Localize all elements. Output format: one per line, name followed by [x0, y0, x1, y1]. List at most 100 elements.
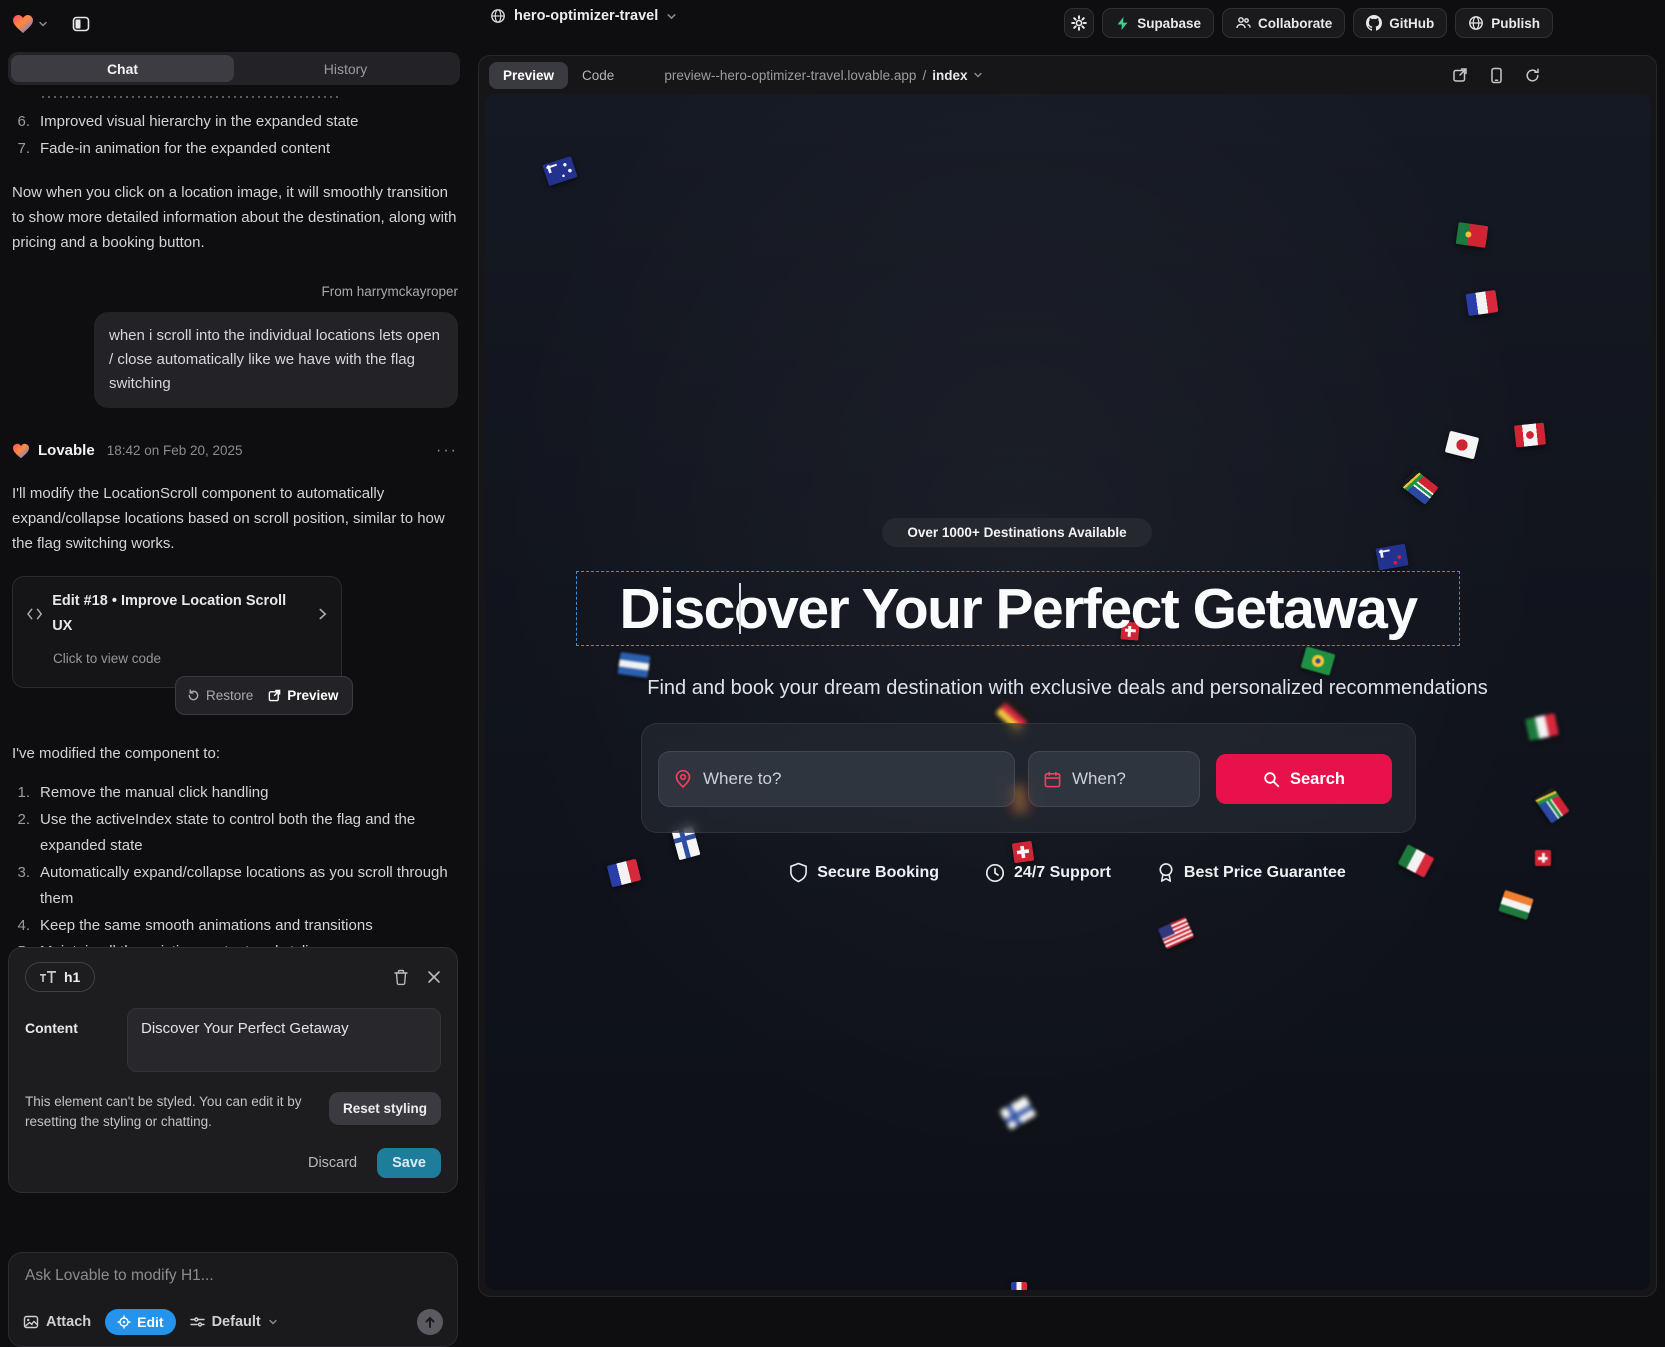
lovable-logo-menu[interactable]	[12, 14, 48, 34]
list-item: 1.Remove the manual click handling	[12, 780, 458, 807]
search-panel: Where to? When? Search	[641, 723, 1416, 833]
message-timestamp: 18:42 on Feb 20, 2025	[107, 438, 243, 463]
list-item: 4.Keep the same smooth animations and tr…	[12, 913, 458, 940]
mode-selector[interactable]: Default	[190, 1314, 278, 1330]
content-field-label: Content	[25, 1008, 113, 1072]
site-viewport: Over 1000+ Destinations Available Discov…	[485, 94, 1650, 1290]
france-flag-icon	[1011, 1282, 1027, 1290]
collaborate-button[interactable]: Collaborate	[1222, 8, 1345, 38]
edit-mode-toggle[interactable]: Edit	[105, 1309, 175, 1335]
edit-card-subtitle: Click to view code	[53, 646, 327, 671]
attach-button[interactable]: Attach	[23, 1314, 91, 1330]
target-icon	[117, 1315, 131, 1329]
new-zealand-flag-icon	[1375, 544, 1408, 571]
chevron-down-icon	[38, 19, 48, 29]
restore-button[interactable]: Restore	[187, 683, 253, 708]
top-bar: hero-optimizer-travel Supabase Collabora…	[0, 0, 1665, 47]
france-flag-icon	[1466, 290, 1499, 316]
reset-styling-button[interactable]: Reset styling	[329, 1092, 441, 1125]
chat-scroll-area[interactable]: 6.Improved visual hierarchy in the expan…	[0, 91, 470, 947]
discard-button[interactable]: Discard	[308, 1155, 357, 1171]
list-item: 2.Use the activeIndex state to control b…	[12, 807, 458, 860]
chevron-right-icon	[318, 608, 328, 620]
previous-steps-list: 6.Improved visual hierarchy in the expan…	[12, 109, 458, 162]
styling-note: This element can't be styled. You can ed…	[25, 1092, 327, 1132]
location-pin-icon	[673, 769, 693, 789]
south-africa-flag-icon	[1401, 469, 1438, 505]
list-item: 5.Maintain all the existing content and …	[12, 939, 458, 947]
japan-flag-icon	[1445, 431, 1479, 460]
preview-url-host: preview--hero-optimizer-travel.lovable.a…	[664, 68, 916, 83]
refresh-icon	[1525, 68, 1540, 83]
selected-element-outline[interactable]: Discover Your Perfect Getaway	[576, 571, 1460, 646]
mobile-view-button[interactable]	[1490, 67, 1503, 84]
external-link-icon	[268, 689, 281, 702]
finland-flag-icon	[1000, 1096, 1037, 1130]
chat-sidebar: Chat History 6.Improved visual hierarchy…	[0, 47, 470, 1303]
preview-toolbar: Preview Code preview--hero-optimizer-tra…	[489, 56, 1646, 94]
content-input[interactable]: Discover Your Perfect Getaway	[127, 1008, 441, 1072]
smartphone-icon	[1490, 67, 1503, 84]
tab-chat[interactable]: Chat	[11, 55, 234, 82]
supabase-label: Supabase	[1137, 16, 1201, 31]
save-button[interactable]: Save	[377, 1148, 441, 1178]
search-button[interactable]: Search	[1216, 754, 1392, 804]
sidebar-toggle-button[interactable]	[66, 9, 96, 39]
honduras-flag-icon	[618, 652, 651, 678]
sliders-icon	[190, 1315, 205, 1329]
sidebar-tabs: Chat History	[8, 52, 460, 85]
project-switcher[interactable]: hero-optimizer-travel	[490, 8, 677, 24]
url-separator: /	[922, 68, 926, 83]
delete-element-button[interactable]	[393, 969, 409, 986]
close-panel-button[interactable]	[427, 970, 441, 984]
project-name: hero-optimizer-travel	[514, 8, 658, 24]
assistant-paragraph: Now when you click on a location image, …	[12, 180, 458, 255]
edit-version-card[interactable]: Edit #18 • Improve Location Scroll UX Cl…	[12, 576, 342, 688]
date-input[interactable]: When?	[1028, 751, 1200, 807]
supabase-icon	[1115, 16, 1130, 31]
trash-icon	[393, 969, 409, 986]
tab-history[interactable]: History	[234, 55, 457, 82]
settings-button[interactable]	[1064, 8, 1094, 38]
tab-code[interactable]: Code	[568, 62, 628, 89]
south-africa-flag-icon	[1534, 786, 1569, 823]
brazil-flag-icon	[1301, 646, 1336, 675]
restore-icon	[187, 689, 200, 702]
open-in-new-tab-button[interactable]	[1452, 67, 1468, 83]
element-tag-name: h1	[64, 969, 80, 985]
chat-input[interactable]: Ask Lovable to modify H1...	[25, 1267, 441, 1285]
refresh-button[interactable]	[1525, 68, 1540, 83]
hero-subtitle: Find and book your dream destination wit…	[485, 677, 1650, 700]
element-tag-pill[interactable]: h1	[25, 962, 95, 992]
publish-button[interactable]: Publish	[1455, 8, 1553, 38]
close-icon	[427, 970, 441, 984]
chevron-down-icon	[268, 1317, 278, 1327]
preview-url-path: index	[932, 68, 967, 83]
india-flag-icon	[1498, 890, 1533, 920]
assistant-header: Lovable 18:42 on Feb 20, 2025 ···	[12, 438, 458, 463]
clipped-list-item	[42, 93, 458, 103]
mexico-flag-icon	[1525, 713, 1559, 741]
australia-flag-icon	[542, 156, 577, 186]
switzerland-flag-icon	[1012, 841, 1035, 864]
award-icon	[1157, 862, 1175, 883]
feature-support: 24/7 Support	[985, 862, 1111, 883]
arrow-up-icon	[424, 1316, 436, 1329]
chevron-down-icon	[973, 70, 983, 80]
portugal-flag-icon	[1456, 222, 1489, 248]
lovable-heart-icon	[12, 14, 34, 34]
feature-secure-booking: Secure Booking	[789, 862, 939, 883]
canada-flag-icon	[1514, 422, 1546, 447]
publish-label: Publish	[1491, 16, 1540, 31]
tab-preview[interactable]: Preview	[489, 62, 568, 89]
preview-version-button[interactable]: Preview	[268, 683, 338, 708]
shield-icon	[789, 862, 808, 883]
destination-input[interactable]: Where to?	[658, 751, 1015, 807]
search-icon	[1263, 771, 1280, 788]
supabase-button[interactable]: Supabase	[1102, 8, 1214, 38]
message-menu-button[interactable]: ···	[436, 438, 458, 463]
text-type-icon	[40, 971, 56, 983]
preview-url[interactable]: preview--hero-optimizer-travel.lovable.a…	[664, 68, 983, 83]
github-button[interactable]: GitHub	[1353, 8, 1447, 38]
send-button[interactable]	[417, 1309, 443, 1335]
